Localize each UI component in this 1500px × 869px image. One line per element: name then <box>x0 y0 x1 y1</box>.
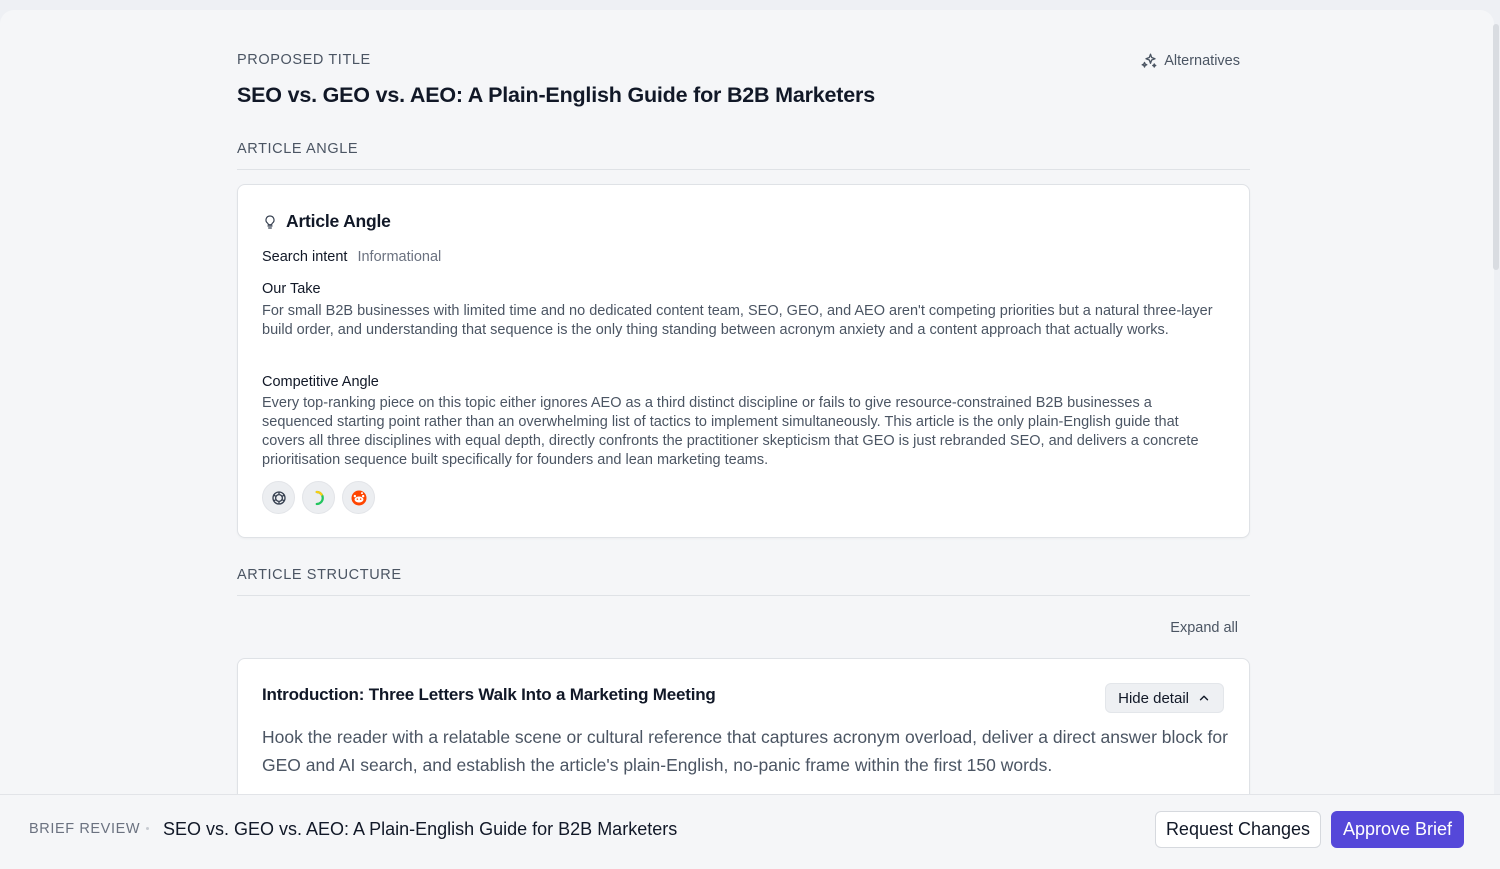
proposed-title-label: PROPOSED TITLE <box>237 52 371 68</box>
scrollbar[interactable] <box>1492 10 1500 794</box>
hide-detail-label: Hide detail <box>1118 689 1189 707</box>
hide-detail-button[interactable]: Hide detail <box>1105 683 1224 713</box>
approve-brief-button[interactable]: Approve Brief <box>1331 811 1464 848</box>
openai-icon <box>271 490 286 505</box>
search-intent-value: Informational <box>357 249 442 265</box>
competitive-angle-title: Competitive Angle <box>262 374 379 390</box>
reddit-icon <box>351 490 366 505</box>
section-title: Introduction: Three Letters Walk Into a … <box>262 685 716 704</box>
alternatives-label: Alternatives <box>1164 53 1240 69</box>
brief-review-title: SEO vs. GEO vs. AEO: A Plain-English Gui… <box>163 819 678 839</box>
alternatives-button[interactable]: Alternatives <box>1140 52 1240 70</box>
expand-all-button[interactable]: Expand all <box>1170 620 1238 636</box>
brief-review-bar: BRIEF REVIEW SEO vs. GEO vs. AEO: A Plai… <box>0 794 1500 869</box>
article-angle-card: Article Angle Search intent Informationa… <box>237 184 1250 538</box>
lightbulb-icon <box>265 214 275 229</box>
separator-dot <box>146 827 149 830</box>
divider <box>237 595 1250 596</box>
sparkles-icon <box>1141 53 1157 68</box>
perplexity-icon <box>315 490 324 505</box>
proposed-title: SEO vs. GEO vs. AEO: A Plain-English Gui… <box>237 83 875 107</box>
search-intent-key: Search intent <box>262 249 348 265</box>
article-angle-header: Article Angle <box>262 211 391 232</box>
article-angle-title: Article Angle <box>286 211 391 231</box>
search-intent-row: Search intent Informational <box>262 249 441 265</box>
source-perplexity[interactable] <box>302 481 335 514</box>
divider <box>237 169 1250 170</box>
brief-review-label: BRIEF REVIEW <box>29 821 141 837</box>
section-description: Hook the reader with a relatable scene o… <box>262 727 1228 775</box>
page-frame: PROPOSED TITLE SEO vs. GEO vs. AEO: A Pl… <box>0 10 1494 869</box>
competitive-angle-text: Every top-ranking piece on this topic ei… <box>262 395 1199 468</box>
article-structure-label: ARTICLE STRUCTURE <box>237 567 402 583</box>
request-changes-button[interactable]: Request Changes <box>1155 811 1321 848</box>
scrollbar-thumb[interactable] <box>1493 24 1499 270</box>
our-take-title: Our Take <box>262 281 321 297</box>
source-openai[interactable] <box>262 481 295 514</box>
source-reddit[interactable] <box>342 481 375 514</box>
article-angle-label: ARTICLE ANGLE <box>237 141 359 157</box>
our-take-text: For small B2B businesses with limited ti… <box>262 303 1213 338</box>
source-list <box>262 481 375 514</box>
chevron-up-icon <box>1199 695 1209 701</box>
